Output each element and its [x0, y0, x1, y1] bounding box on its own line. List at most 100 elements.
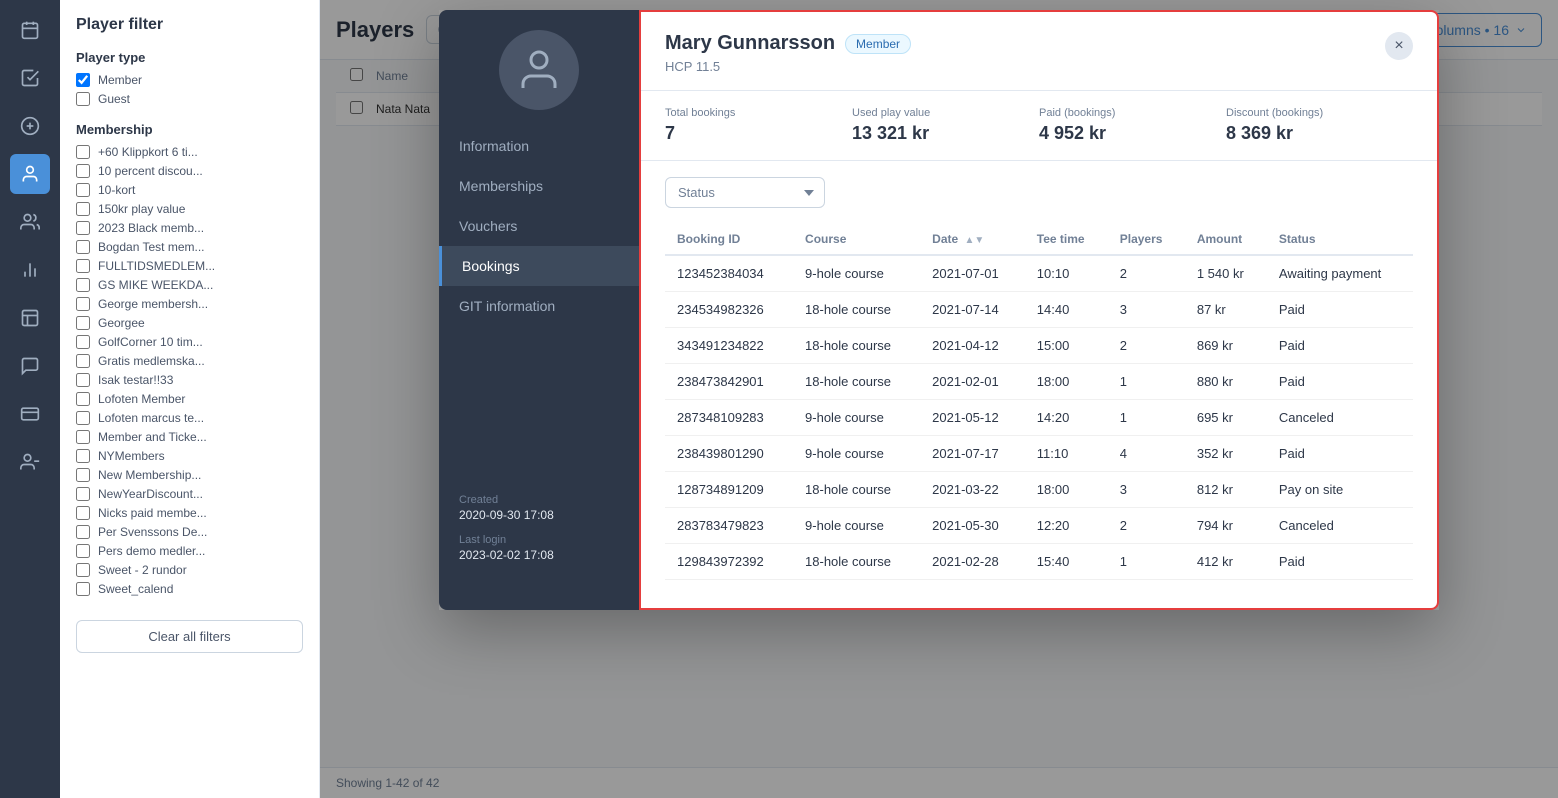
- membership-checkbox[interactable]: [76, 164, 90, 178]
- membership-item[interactable]: Pers demo medler...: [76, 544, 303, 558]
- nav-calendar[interactable]: [10, 10, 50, 50]
- nav-memberships[interactable]: Memberships: [439, 166, 639, 206]
- table-row[interactable]: 238473842901 18-hole course 2021-02-01 1…: [665, 364, 1413, 400]
- membership-checkbox[interactable]: [76, 221, 90, 235]
- membership-item[interactable]: Isak testar!!33: [76, 373, 303, 387]
- cell-status: Paid: [1267, 436, 1413, 472]
- cell-course: 9-hole course: [793, 436, 920, 472]
- membership-item[interactable]: New Membership...: [76, 468, 303, 482]
- table-row[interactable]: 343491234822 18-hole course 2021-04-12 1…: [665, 328, 1413, 364]
- membership-checkbox[interactable]: [76, 316, 90, 330]
- membership-checkbox[interactable]: [76, 259, 90, 273]
- membership-checkbox[interactable]: [76, 354, 90, 368]
- membership-item[interactable]: Bogdan Test mem...: [76, 240, 303, 254]
- cell-date: 2021-02-01: [920, 364, 1025, 400]
- cell-amount: 412 kr: [1185, 544, 1267, 580]
- cell-players: 2: [1108, 508, 1185, 544]
- table-row[interactable]: 238439801290 9-hole course 2021-07-17 11…: [665, 436, 1413, 472]
- nav-analytics[interactable]: [10, 250, 50, 290]
- membership-item[interactable]: Sweet_calend: [76, 582, 303, 596]
- membership-item[interactable]: NewYearDiscount...: [76, 487, 303, 501]
- cell-booking-id: 238473842901: [665, 364, 793, 400]
- filter-member[interactable]: Member: [76, 73, 303, 87]
- nav-equipment[interactable]: [10, 106, 50, 146]
- membership-checkbox[interactable]: [76, 297, 90, 311]
- nav-messages[interactable]: [10, 346, 50, 386]
- membership-item[interactable]: Georgee: [76, 316, 303, 330]
- table-row[interactable]: 128734891209 18-hole course 2021-03-22 1…: [665, 472, 1413, 508]
- modal-title-row: Mary Gunnarsson Member: [665, 32, 911, 55]
- membership-checkbox[interactable]: [76, 525, 90, 539]
- membership-item[interactable]: Gratis medlemska...: [76, 354, 303, 368]
- membership-item[interactable]: FULLTIDSMEDLEM...: [76, 259, 303, 273]
- membership-checkbox[interactable]: [76, 240, 90, 254]
- membership-checkbox[interactable]: [76, 487, 90, 501]
- membership-item[interactable]: NYMembers: [76, 449, 303, 463]
- membership-item[interactable]: 2023 Black memb...: [76, 221, 303, 235]
- membership-item[interactable]: Member and Ticke...: [76, 430, 303, 444]
- nav-groups[interactable]: [10, 202, 50, 242]
- filter-guest[interactable]: Guest: [76, 92, 303, 106]
- close-modal-button[interactable]: ×: [1385, 32, 1413, 60]
- membership-item[interactable]: 150kr play value: [76, 202, 303, 216]
- membership-item[interactable]: Per Svenssons De...: [76, 525, 303, 539]
- nav-reports[interactable]: [10, 298, 50, 338]
- membership-item[interactable]: GolfCorner 10 tim...: [76, 335, 303, 349]
- membership-checkbox[interactable]: [76, 202, 90, 216]
- table-row[interactable]: 283783479823 9-hole course 2021-05-30 12…: [665, 508, 1413, 544]
- membership-checkbox[interactable]: [76, 582, 90, 596]
- filter-guest-checkbox[interactable]: [76, 92, 90, 106]
- nav-vouchers[interactable]: Vouchers: [439, 206, 639, 246]
- membership-checkbox[interactable]: [76, 392, 90, 406]
- nav-bookings[interactable]: Bookings: [439, 246, 639, 286]
- nav-id[interactable]: [10, 394, 50, 434]
- nav-players[interactable]: [10, 154, 50, 194]
- membership-checkbox[interactable]: [76, 145, 90, 159]
- membership-checkbox[interactable]: [76, 506, 90, 520]
- cell-date: 2021-05-30: [920, 508, 1025, 544]
- nav-admin[interactable]: [10, 442, 50, 482]
- th-amount: Amount: [1185, 224, 1267, 255]
- membership-item[interactable]: GS MIKE WEEKDA...: [76, 278, 303, 292]
- table-row[interactable]: 123452384034 9-hole course 2021-07-01 10…: [665, 255, 1413, 292]
- th-date[interactable]: Date ▲▼: [920, 224, 1025, 255]
- cell-course: 18-hole course: [793, 472, 920, 508]
- membership-checkbox[interactable]: [76, 373, 90, 387]
- membership-item[interactable]: George membersh...: [76, 297, 303, 311]
- membership-checkbox[interactable]: [76, 278, 90, 292]
- membership-checkbox[interactable]: [76, 183, 90, 197]
- membership-item[interactable]: +60 Klippkort 6 ti...: [76, 145, 303, 159]
- membership-label: NYMembers: [98, 449, 165, 463]
- membership-item[interactable]: Sweet - 2 rundor: [76, 563, 303, 577]
- table-row[interactable]: 129843972392 18-hole course 2021-02-28 1…: [665, 544, 1413, 580]
- cell-players: 2: [1108, 328, 1185, 364]
- clear-filters-button[interactable]: Clear all filters: [76, 620, 303, 653]
- nav-checklist[interactable]: [10, 58, 50, 98]
- cell-status: Awaiting payment: [1267, 255, 1413, 292]
- membership-item[interactable]: Lofoten marcus te...: [76, 411, 303, 425]
- membership-checkbox[interactable]: [76, 563, 90, 577]
- membership-checkbox[interactable]: [76, 449, 90, 463]
- membership-checkbox[interactable]: [76, 335, 90, 349]
- filter-member-checkbox[interactable]: [76, 73, 90, 87]
- membership-label: Bogdan Test mem...: [98, 240, 205, 254]
- modal-overlay[interactable]: Information Memberships Vouchers Booking…: [320, 0, 1558, 798]
- cell-amount: 794 kr: [1185, 508, 1267, 544]
- membership-checkbox[interactable]: [76, 430, 90, 444]
- table-row[interactable]: 234534982326 18-hole course 2021-07-14 1…: [665, 292, 1413, 328]
- membership-item[interactable]: 10-kort: [76, 183, 303, 197]
- stat-discount-value: 8 369 kr: [1226, 123, 1413, 144]
- membership-checkbox[interactable]: [76, 468, 90, 482]
- nav-git-information[interactable]: GIT information: [439, 286, 639, 326]
- membership-item[interactable]: Lofoten Member: [76, 392, 303, 406]
- membership-checkbox[interactable]: [76, 544, 90, 558]
- stat-paid-label: Paid (bookings): [1039, 107, 1226, 119]
- cell-tee-time: 14:40: [1025, 292, 1108, 328]
- nav-information[interactable]: Information: [439, 126, 639, 166]
- membership-item[interactable]: Nicks paid membe...: [76, 506, 303, 520]
- last-login-label: Last login: [459, 534, 619, 546]
- membership-item[interactable]: 10 percent discou...: [76, 164, 303, 178]
- status-select[interactable]: Status Awaiting payment Paid Canceled Pa…: [665, 177, 825, 208]
- membership-checkbox[interactable]: [76, 411, 90, 425]
- table-row[interactable]: 287348109283 9-hole course 2021-05-12 14…: [665, 400, 1413, 436]
